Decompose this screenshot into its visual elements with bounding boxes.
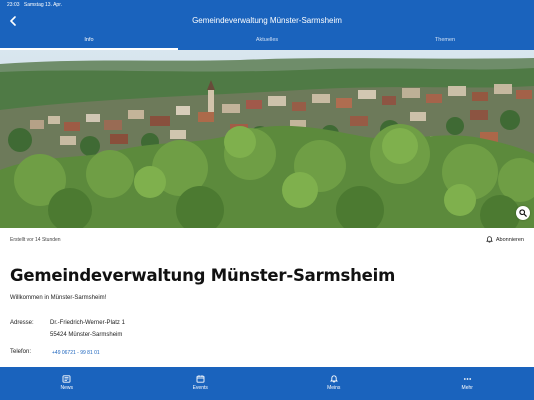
address-label: Adresse:: [10, 320, 34, 326]
bottom-nav-news-label: News: [60, 385, 73, 391]
tab-bar: Info Aktuelles Themen: [0, 32, 534, 50]
bell-icon: [329, 374, 338, 382]
hero-image: [0, 50, 534, 228]
village-landscape-photo: [0, 50, 534, 228]
page-title: Gemeindeverwaltung Münster-Sarmsheim: [10, 266, 396, 285]
status-bar: 23:03 Samstag 13. Apr.: [0, 0, 534, 10]
welcome-text: Willkommen in Münster-Sarmsheim!: [10, 295, 107, 301]
bottom-nav-meins[interactable]: Meins: [267, 367, 401, 400]
bottom-nav-meins-label: Meins: [327, 385, 341, 391]
phone-label: Telefon:: [10, 349, 32, 355]
status-date: Samstag 13. Apr.: [23, 2, 62, 8]
status-time: 23:03: [7, 2, 20, 8]
tab-themen-label: Themen: [434, 37, 456, 43]
created-timestamp: Erstellt vor 14 Stunden: [10, 237, 61, 243]
bottom-nav-events-label: Events: [192, 385, 208, 391]
address-city: 55424 Münster-Sarmsheim: [50, 332, 123, 338]
newspaper-icon: [62, 374, 71, 383]
bottom-nav-events[interactable]: Events: [134, 367, 268, 400]
bell-icon: [486, 236, 493, 243]
chevron-left-icon: [10, 16, 16, 26]
address-street: Dr.-Friedrich-Werner-Platz 1: [50, 320, 125, 326]
info-content: Erstellt vor 14 Stunden Abonnieren Gemei…: [0, 228, 534, 367]
tab-info-label: Info: [84, 37, 94, 43]
tab-aktuelles[interactable]: Aktuelles: [178, 32, 356, 50]
calendar-icon: [196, 374, 205, 383]
subscribe-label: Abonnieren: [495, 236, 524, 243]
bottom-nav-mehr-label: Mehr: [461, 385, 473, 391]
subscribe-button[interactable]: Abonnieren: [486, 236, 524, 243]
tab-themen[interactable]: Themen: [356, 32, 534, 50]
nav-title: Gemeindeverwaltung Münster-Sarmsheim: [192, 16, 342, 25]
tab-aktuelles-label: Aktuelles: [255, 37, 279, 43]
navigation-bar: Gemeindeverwaltung Münster-Sarmsheim: [0, 10, 534, 32]
phone-link[interactable]: +49 06721 - 99 81 01: [52, 350, 100, 356]
magnifier-icon: [519, 209, 527, 217]
more-dots-icon: [463, 377, 471, 380]
zoom-button[interactable]: [516, 206, 530, 220]
back-button[interactable]: [6, 14, 20, 28]
bottom-navigation: News Events Meins Mehr: [0, 367, 534, 400]
bottom-nav-news[interactable]: News: [0, 367, 134, 400]
bottom-nav-mehr[interactable]: Mehr: [401, 367, 534, 400]
tab-info[interactable]: Info: [0, 32, 178, 50]
